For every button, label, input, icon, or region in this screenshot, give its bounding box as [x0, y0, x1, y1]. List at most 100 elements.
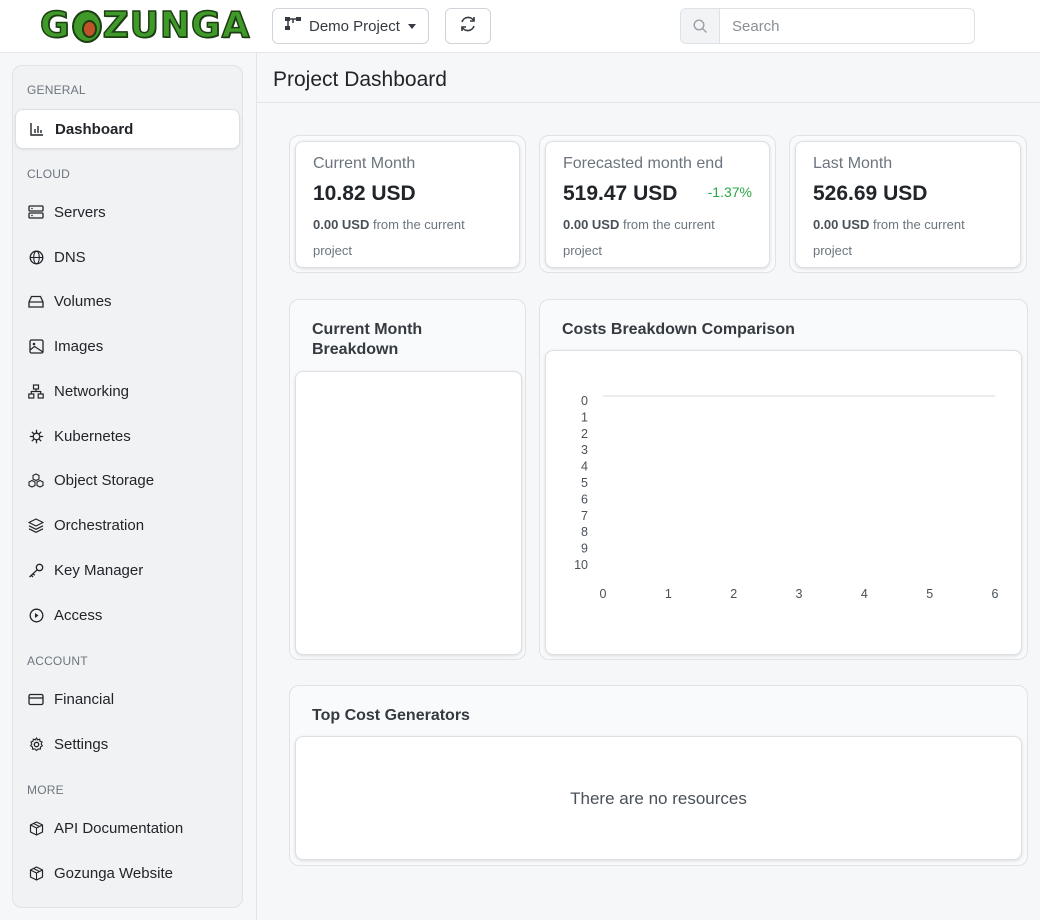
key-icon — [28, 562, 44, 578]
stat-label: Current Month — [313, 155, 416, 172]
sidebar-item-networking[interactable]: Networking — [15, 371, 240, 411]
logo-letters-zunga: ZUNGA — [102, 5, 251, 46]
sidebar-item-label: DNS — [54, 248, 86, 266]
brand-logo[interactable]: G ZUNGA — [39, 5, 251, 46]
sidebar: GENERAL Dashboard CLOUD Servers DNS Volu… — [12, 65, 243, 908]
empty-state-message: There are no resources — [570, 789, 747, 808]
stat-card-forecast: Forecasted month end 519.47 USD -1.37% 0… — [539, 135, 776, 273]
sidebar-item-label: Dashboard — [55, 120, 134, 138]
search-input[interactable] — [720, 9, 974, 43]
sidebar-item-label: Volumes — [54, 292, 112, 310]
x-tick-label: 1 — [665, 587, 672, 601]
costs-comparison-chart: 0 1 2 3 4 5 6 7 8 9 10 0 1 2 3 4 5 6 — [574, 394, 999, 601]
current-month-breakdown-card: Current Month Breakdown — [289, 299, 526, 660]
sidebar-item-financial[interactable]: Financial — [15, 679, 240, 719]
gear-icon — [28, 736, 44, 752]
sidebar-item-label: Access — [54, 606, 103, 624]
helm-icon — [28, 428, 44, 444]
sidebar-item-label: Servers — [54, 203, 106, 221]
y-tick-label: 0 — [581, 394, 588, 408]
server-icon — [28, 204, 44, 220]
sidebar-item-label: Images — [54, 337, 104, 355]
sidebar-item-access[interactable]: Access — [15, 595, 240, 635]
sidebar-section-cloud: CLOUD — [27, 167, 71, 181]
sidebar-item-label: Financial — [54, 690, 115, 708]
stat-note-amount: 0.00 USD — [813, 217, 870, 232]
refresh-icon — [459, 15, 477, 38]
stat-note: 0.00 USD from the current project — [313, 212, 503, 264]
stat-label: Last Month — [813, 155, 893, 172]
y-tick-label: 7 — [581, 509, 588, 523]
x-tick-label: 4 — [861, 587, 868, 601]
sidebar-section-general: GENERAL — [27, 83, 86, 97]
layers-icon — [28, 517, 44, 533]
package-icon — [28, 820, 44, 836]
stat-note-amount: 0.00 USD — [313, 217, 370, 232]
y-tick-label: 2 — [581, 427, 588, 441]
project-selector-button[interactable]: Demo Project — [272, 8, 429, 44]
sidebar-item-label: API Documentation — [54, 819, 184, 837]
costs-comparison-card: Costs Breakdown Comparison 0 1 2 3 4 5 6 7 8 9 10 0… — [539, 299, 1028, 660]
sidebar-item-object-storage[interactable]: Object Storage — [15, 460, 240, 500]
y-tick-label: 4 — [581, 460, 588, 474]
chevron-down-icon — [407, 23, 416, 29]
sidebar-item-label: Object Storage — [54, 471, 155, 489]
stat-value: 519.47 USD — [563, 182, 678, 205]
x-tick-label: 0 — [600, 587, 607, 601]
stat-card-current-month: Current Month 10.82 USD 0.00 USD from th… — [289, 135, 526, 273]
project-selector-label: Demo Project — [309, 17, 400, 35]
sidebar-section-account: ACCOUNT — [27, 654, 88, 668]
sidebar-item-orchestration[interactable]: Orchestration — [15, 505, 240, 545]
x-tick-label: 6 — [992, 587, 999, 601]
sidebar-item-label: Settings — [54, 735, 109, 753]
card-title: Top Cost Generators — [312, 707, 470, 724]
top-cost-generators-card: Top Cost Generators There are no resourc… — [289, 685, 1028, 866]
x-tick-label: 2 — [730, 587, 737, 601]
card-title: Costs Breakdown Comparison — [562, 321, 795, 338]
sidebar-item-label: Gozunga Website — [54, 864, 173, 882]
refresh-button[interactable] — [445, 8, 491, 44]
stat-value: 10.82 USD — [313, 182, 416, 205]
sidebar-item-images[interactable]: Images — [15, 326, 240, 366]
stat-note: 0.00 USD from the current project — [813, 212, 1003, 264]
y-tick-label: 10 — [574, 558, 588, 572]
sidebar-item-key-manager[interactable]: Key Manager — [15, 550, 240, 590]
stat-label: Forecasted month end — [563, 155, 724, 172]
search-box — [680, 8, 975, 44]
sidebar-item-dns[interactable]: DNS — [15, 237, 240, 277]
y-tick-label: 6 — [581, 492, 588, 506]
sidebar-item-gozunga-website[interactable]: Gozunga Website — [15, 853, 240, 893]
project-tree-icon — [285, 17, 301, 35]
circle-play-icon — [28, 607, 44, 623]
top-bar: G ZUNGA Demo Project — [0, 0, 1040, 53]
sidebar-item-volumes[interactable]: Volumes — [15, 281, 240, 321]
image-icon — [28, 338, 44, 354]
credit-card-icon — [28, 691, 44, 707]
page-header: Project Dashboard — [256, 53, 1040, 103]
sidebar-item-label: Key Manager — [54, 561, 144, 579]
stat-card-body: Forecasted month end 519.47 USD -1.37% 0… — [545, 141, 770, 268]
y-tick-label: 8 — [581, 525, 588, 539]
y-tick-label: 5 — [581, 476, 588, 490]
stat-delta-badge: -1.37% — [707, 184, 752, 200]
top-cost-list: There are no resources — [295, 736, 1022, 860]
sidebar-item-settings[interactable]: Settings — [15, 724, 240, 764]
sidebar-item-api-documentation[interactable]: API Documentation — [15, 808, 240, 848]
y-tick-label: 1 — [581, 410, 588, 424]
stat-card-last-month: Last Month 526.69 USD 0.00 USD from the … — [789, 135, 1027, 273]
network-icon — [28, 383, 44, 399]
sidebar-item-label: Orchestration — [54, 516, 145, 534]
breakdown-chart-area — [295, 371, 522, 655]
main-content: Current Month 10.82 USD 0.00 USD from th… — [256, 103, 1040, 920]
card-title: Current Month Breakdown — [312, 321, 423, 358]
sidebar-item-dashboard[interactable]: Dashboard — [15, 109, 240, 149]
logo-letter-g: G — [39, 5, 71, 46]
y-tick-label: 9 — [581, 542, 588, 556]
bar-chart-icon — [29, 121, 45, 137]
search-icon — [681, 9, 720, 43]
y-tick-label: 3 — [581, 443, 588, 457]
sidebar-item-label: Kubernetes — [54, 427, 131, 445]
sidebar-item-kubernetes[interactable]: Kubernetes — [15, 416, 240, 456]
sidebar-item-label: Networking — [54, 382, 130, 400]
sidebar-item-servers[interactable]: Servers — [15, 192, 240, 232]
